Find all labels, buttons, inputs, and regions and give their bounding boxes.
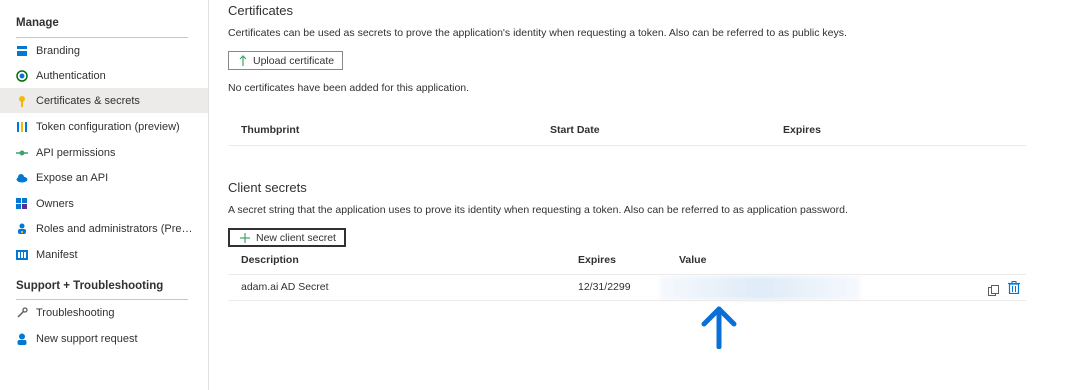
key-icon [16,95,28,107]
delete-icon[interactable] [1008,281,1020,299]
sidebar-item-label: Roles and administrators (Previ... [36,222,196,235]
sidebar-item-roles-administrators[interactable]: Roles and administrators (Previ... [0,216,208,241]
certificates-title: Certificates [228,3,294,18]
sidebar-item-owners[interactable]: Owners [0,191,208,216]
sidebar-item-label: Certificates & secrets [36,94,140,107]
column-description: Description [241,254,299,266]
sidebar-item-label: New support request [36,332,138,345]
upload-certificate-button[interactable]: Upload certificate [228,51,344,70]
cloud-icon [16,172,28,184]
new-client-secret-label: New client secret [256,231,336,244]
sidebar-item-label: Owners [36,197,74,210]
sidebar-item-expose-api[interactable]: Expose an API [0,165,208,190]
sidebar-item-label: Authentication [36,69,106,82]
branding-icon [16,45,28,57]
column-start-date: Start Date [550,124,600,136]
column-value: Value [679,254,707,266]
arrow-up-icon [700,305,738,354]
sidebar-item-label: Troubleshooting [36,306,115,319]
sidebar-item-label: Manifest [36,248,78,261]
plus-icon [240,232,250,243]
authentication-icon [16,69,28,82]
owners-icon [16,197,28,210]
sidebar-item-branding[interactable]: Branding [0,38,208,63]
sidebar-item-label: Expose an API [36,171,109,184]
upload-icon [239,55,247,66]
upload-certificate-label: Upload certificate [253,54,335,67]
column-expires: Expires [783,124,821,136]
column-thumbprint: Thumbprint [241,124,300,136]
roles-icon [16,223,28,235]
sidebar-item-label: Token configuration (preview) [36,120,180,133]
table-divider [228,300,1026,301]
new-client-secret-button[interactable]: New client secret [228,228,346,247]
sidebar-item-label: API permissions [36,146,116,159]
table-divider [228,145,1026,146]
support-person-icon [16,333,28,345]
certificates-description: Certificates can be used as secrets to p… [228,27,847,39]
main-content: Certificates Certificates can be used as… [228,0,1080,390]
secret-expires: 12/31/2299 [578,281,631,293]
secret-value-redacted [660,276,860,300]
column-expires: Expires [578,254,616,266]
sidebar-item-token-configuration[interactable]: Token configuration (preview) [0,114,208,139]
sidebar-item-new-support-request[interactable]: New support request [0,326,208,351]
manifest-icon [16,249,28,261]
sidebar-item-certificates-secrets[interactable]: Certificates & secrets [0,88,208,113]
support-troubleshooting-header: Support + Troubleshooting [16,280,164,292]
copy-icon[interactable] [988,283,999,301]
client-secrets-description: A secret string that the application use… [228,204,848,216]
api-permissions-icon [16,147,28,159]
sidebar: Manage Branding Authentication Certifica… [0,0,209,390]
secret-description: adam.ai AD Secret [241,281,329,293]
wrench-icon [16,306,28,319]
no-certificates-message: No certificates have been added for this… [228,82,470,94]
manage-header: Manage [16,17,59,29]
client-secrets-title: Client secrets [228,180,307,195]
table-divider [228,274,1026,275]
token-config-icon [16,121,28,133]
sidebar-item-label: Branding [36,44,81,57]
sidebar-item-troubleshooting[interactable]: Troubleshooting [0,300,208,325]
sidebar-item-manifest[interactable]: Manifest [0,242,208,267]
sidebar-item-api-permissions[interactable]: API permissions [0,140,208,165]
sidebar-item-authentication[interactable]: Authentication [0,63,208,88]
